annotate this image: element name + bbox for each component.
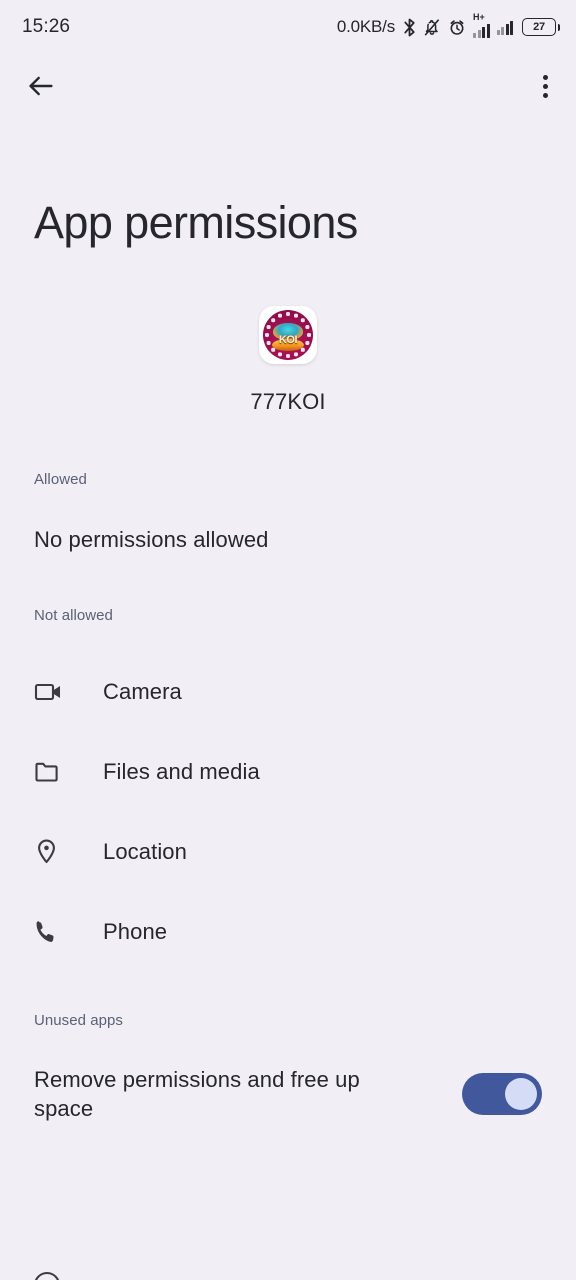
allowed-section: Allowed No permissions allowed: [0, 471, 576, 553]
signal-bars-primary: [473, 22, 490, 38]
folder-icon: [34, 759, 68, 785]
location-pin-icon: [34, 838, 68, 866]
unused-apps-section-header: Unused apps: [34, 1012, 123, 1029]
bluetooth-icon: [403, 18, 416, 37]
remove-permissions-label: Remove permissions and free up space: [34, 1067, 360, 1121]
notifications-off-icon: [423, 18, 441, 37]
toggle-knob: [505, 1078, 537, 1110]
permission-label: Files and media: [103, 759, 260, 784]
not-allowed-permission-list: Camera Files and media Location Phone: [0, 652, 576, 972]
permission-row-camera[interactable]: Camera: [0, 652, 576, 732]
overflow-dot: [543, 74, 548, 80]
permission-label: Location: [103, 839, 187, 864]
signal-bars-secondary: [496, 19, 513, 35]
alarm-clock-icon: [448, 18, 466, 37]
app-header: KOI 777KOI: [0, 306, 576, 415]
no-permissions-allowed-text: No permissions allowed: [34, 527, 269, 552]
signal-bars-icon-secondary: [496, 19, 513, 35]
next-section-icon-peek: [34, 1272, 60, 1280]
permission-label: Camera: [103, 679, 182, 704]
unused-apps-section: Unused apps Remove permissions and free …: [0, 1012, 576, 1123]
app-icon-badge-text: KOI: [278, 334, 298, 346]
app-icon-badge: KOI: [263, 310, 313, 360]
status-bar-clock: 15:26: [22, 16, 71, 37]
battery-icon: 27: [522, 18, 560, 36]
permission-row-location[interactable]: Location: [0, 812, 576, 892]
permission-row-files-and-media[interactable]: Files and media: [0, 732, 576, 812]
app-icon-777koi: KOI: [259, 306, 317, 364]
signal-bars-icon-primary: H+: [473, 12, 490, 38]
permission-label: Phone: [103, 919, 168, 944]
status-bar-icons: 0.0KB/s H+ 27: [336, 12, 560, 38]
battery-tip: [557, 23, 560, 31]
overflow-dot: [543, 83, 548, 89]
remove-permissions-row[interactable]: Remove permissions and free up space: [0, 1065, 576, 1123]
allowed-section-header: Allowed: [34, 471, 87, 488]
phone-handset-icon: [34, 918, 68, 946]
battery-level-text: 27: [533, 21, 545, 33]
remove-permissions-toggle[interactable]: [462, 1073, 542, 1115]
video-camera-icon: [34, 679, 68, 705]
overflow-menu-icon[interactable]: [537, 69, 554, 104]
not-allowed-section: Not allowed Camera Files and media Locat…: [0, 607, 576, 972]
overflow-dot: [543, 92, 548, 98]
network-type-label: H+: [473, 12, 485, 22]
not-allowed-section-header: Not allowed: [34, 607, 113, 624]
network-speed-text: 0.0KB/s: [336, 17, 395, 36]
back-arrow-icon[interactable]: [26, 71, 56, 101]
battery-body: 27: [522, 18, 556, 36]
page-title: App permissions: [34, 197, 358, 248]
toolbar: [0, 54, 576, 118]
status-bar: 15:26 0.0KB/s H+ 27: [0, 0, 576, 54]
app-name: 777KOI: [250, 389, 326, 414]
permission-row-phone[interactable]: Phone: [0, 892, 576, 972]
